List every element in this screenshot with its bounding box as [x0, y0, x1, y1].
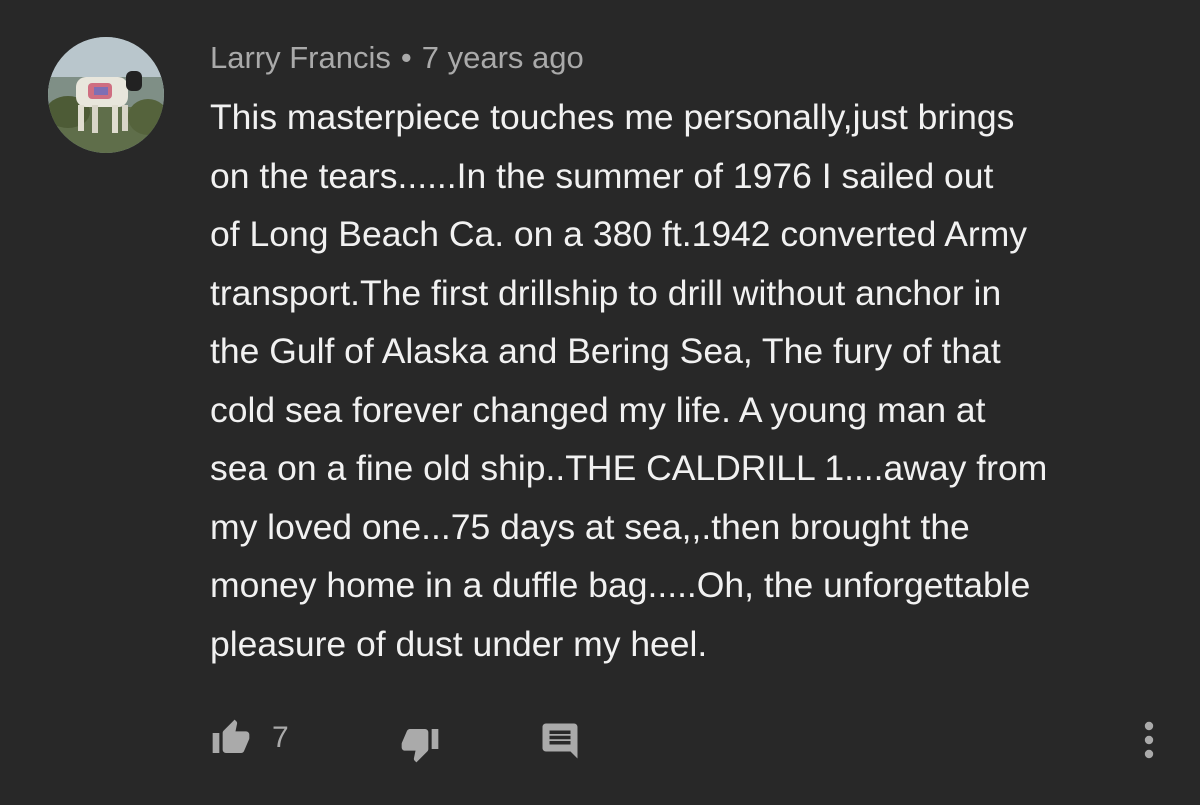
- comment-line: my loved one...75 days at sea,,.then bro…: [210, 506, 970, 547]
- comment-actions: 7: [0, 700, 1200, 780]
- more-options-button[interactable]: [1126, 714, 1172, 766]
- comment-icon: [542, 723, 578, 759]
- comment-line: This masterpiece touches me personally,j…: [210, 97, 1015, 137]
- comment-header: Larry Francis • 7 years ago: [210, 36, 584, 80]
- comment-thread: Larry Francis • 7 years ago This masterpie…: [0, 0, 1200, 805]
- comment-line: pleasure of dust under my heel.: [210, 623, 708, 664]
- header-separator: •: [400, 40, 412, 75]
- comment-timestamp[interactable]: 7 years ago: [422, 40, 584, 75]
- comment-line: money home in a duffle bag.....Oh, the u…: [210, 565, 1031, 605]
- reply-button[interactable]: [534, 715, 586, 767]
- dislike-button[interactable]: [394, 718, 446, 770]
- like-count: 7: [272, 721, 289, 754]
- avatar[interactable]: [48, 37, 164, 153]
- comment-line: cold sea forever changed my life. A youn…: [210, 389, 986, 430]
- comment-line: the Gulf of Alaska and Bering Sea, The f…: [210, 331, 1001, 371]
- comment-line: transport.The first drillship to drill w…: [210, 272, 1002, 313]
- thumbs-down-icon: [401, 729, 439, 763]
- author-name[interactable]: Larry Francis: [210, 40, 391, 75]
- comment-line: sea on a fine old ship..THE CALDRILL 1..…: [210, 448, 1048, 488]
- comment-body: This masterpiece touches me personally,j…: [210, 88, 1170, 673]
- thumbs-up-icon: [212, 719, 250, 753]
- comment-line: of Long Beach Ca. on a 380 ft.1942 conve…: [210, 214, 1028, 254]
- more-vertical-icon: [1144, 721, 1154, 759]
- comment-line: on the tears......In the summer of 1976 …: [210, 155, 994, 196]
- like-button[interactable]: [205, 712, 257, 764]
- avatar-image: [48, 37, 164, 153]
